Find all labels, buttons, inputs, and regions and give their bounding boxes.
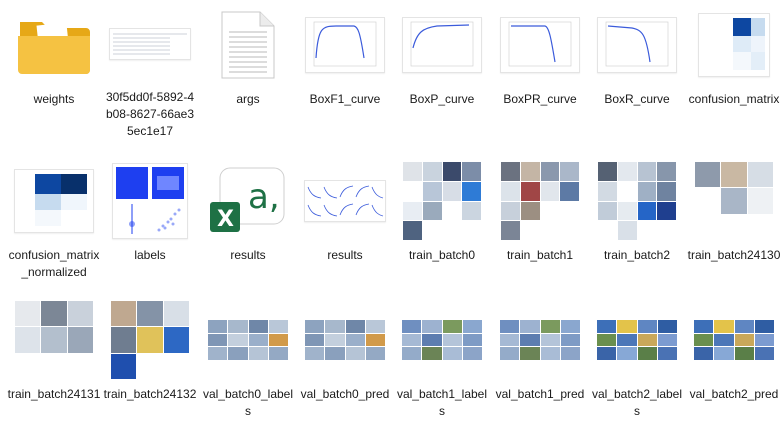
file-item-train-batch24131[interactable]: train_batch24131 bbox=[5, 295, 103, 435]
photo-strip-icon bbox=[595, 299, 679, 381]
results-plot-icon bbox=[303, 160, 387, 242]
file-item-val-batch1-labels[interactable]: val_batch1_labels bbox=[393, 295, 491, 435]
labels-plot-icon bbox=[108, 160, 192, 242]
file-name: results bbox=[327, 248, 363, 262]
photo-strip-icon bbox=[303, 299, 387, 381]
photo-mosaic-icon bbox=[498, 160, 582, 242]
file-name: train_batch24130 bbox=[687, 248, 781, 262]
curve-plot-icon bbox=[400, 4, 484, 86]
curve-plot-icon bbox=[303, 4, 387, 86]
file-item-boxp-curve[interactable]: BoxP_curve bbox=[393, 0, 491, 140]
file-name: 30f5dd0f-5892-4b08-8627-66ae35ec1e17 bbox=[105, 90, 195, 138]
file-name: labels bbox=[134, 248, 166, 262]
file-name: train_batch1 bbox=[506, 248, 574, 262]
file-item-train-batch24132[interactable]: train_batch24132 bbox=[101, 295, 199, 435]
file-item-val-batch1-pred[interactable]: val_batch1_pred bbox=[491, 295, 589, 435]
photo-mosaic-icon bbox=[108, 299, 192, 381]
file-name: BoxR_curve bbox=[604, 92, 670, 106]
file-name: BoxP_curve bbox=[409, 92, 475, 106]
photo-mosaic-icon bbox=[595, 160, 679, 242]
file-name: val_batch0_labels bbox=[202, 387, 294, 418]
text-file-icon bbox=[206, 4, 290, 86]
file-item-train-batch24130[interactable]: train_batch24130 bbox=[685, 156, 783, 296]
file-name: train_batch2 bbox=[603, 248, 671, 262]
file-item-results-xlsx[interactable]: a, X results bbox=[199, 156, 297, 296]
file-item-boxf1-curve[interactable]: BoxF1_curve bbox=[296, 0, 394, 140]
photo-strip-icon bbox=[400, 299, 484, 381]
file-item-labels[interactable]: labels bbox=[101, 156, 199, 296]
file-item-weights[interactable]: weights bbox=[5, 0, 103, 140]
svg-text:X: X bbox=[217, 207, 234, 232]
photo-mosaic-icon bbox=[12, 299, 96, 381]
file-name: train_batch24131 bbox=[7, 387, 101, 401]
file-name: train_batch0 bbox=[408, 248, 476, 262]
photo-strip-icon bbox=[692, 299, 776, 381]
file-item-boxpr-curve[interactable]: BoxPR_curve bbox=[491, 0, 589, 140]
photo-mosaic-icon bbox=[692, 160, 776, 242]
file-item-val-batch0-pred[interactable]: val_batch0_pred bbox=[296, 295, 394, 435]
table-image-icon bbox=[108, 4, 192, 84]
confusion-matrix-icon bbox=[692, 4, 776, 86]
file-name: val_batch0_pred bbox=[300, 387, 390, 401]
file-item-args[interactable]: args bbox=[199, 0, 297, 140]
file-item-train-batch0[interactable]: train_batch0 bbox=[393, 156, 491, 296]
file-name: weights bbox=[33, 92, 75, 106]
file-name: val_batch1_pred bbox=[495, 387, 585, 401]
file-item-table-image[interactable]: 30f5dd0f-5892-4b08-8627-66ae35ec1e17 bbox=[101, 0, 199, 140]
curve-plot-icon bbox=[498, 4, 582, 86]
file-name: confusion_matrix bbox=[688, 92, 780, 106]
confusion-matrix-icon bbox=[12, 160, 96, 242]
file-item-train-batch2[interactable]: train_batch2 bbox=[588, 156, 686, 296]
excel-file-icon: a, X bbox=[206, 160, 290, 242]
folder-icon bbox=[12, 4, 96, 86]
file-name: results bbox=[230, 248, 266, 262]
svg-text:a,: a, bbox=[248, 177, 280, 217]
file-name: BoxPR_curve bbox=[503, 92, 577, 106]
curve-plot-icon bbox=[595, 4, 679, 86]
file-item-train-batch1[interactable]: train_batch1 bbox=[491, 156, 589, 296]
file-name: train_batch24132 bbox=[103, 387, 197, 401]
file-name: confusion_matrix_normalized bbox=[8, 248, 100, 279]
file-name: args bbox=[236, 92, 260, 106]
file-item-boxr-curve[interactable]: BoxR_curve bbox=[588, 0, 686, 140]
file-item-val-batch2-pred[interactable]: val_batch2_pred bbox=[685, 295, 783, 435]
file-item-val-batch0-labels[interactable]: val_batch0_labels bbox=[199, 295, 297, 435]
file-item-results-png[interactable]: results bbox=[296, 156, 394, 296]
photo-strip-icon bbox=[498, 299, 582, 381]
file-item-val-batch2-labels[interactable]: val_batch2_labels bbox=[588, 295, 686, 435]
photo-mosaic-icon bbox=[400, 160, 484, 242]
file-name: val_batch2_labels bbox=[591, 387, 683, 418]
file-name: val_batch2_pred bbox=[689, 387, 779, 401]
file-item-confusion-matrix-normalized[interactable]: confusion_matrix_normalized bbox=[5, 156, 103, 296]
file-name: val_batch1_labels bbox=[396, 387, 488, 418]
photo-strip-icon bbox=[206, 299, 290, 381]
file-name: BoxF1_curve bbox=[309, 92, 381, 106]
file-item-confusion-matrix[interactable]: confusion_matrix bbox=[685, 0, 783, 140]
file-grid: weights 30f5dd0f-5892-4b08-8627-66ae35ec… bbox=[0, 0, 784, 424]
